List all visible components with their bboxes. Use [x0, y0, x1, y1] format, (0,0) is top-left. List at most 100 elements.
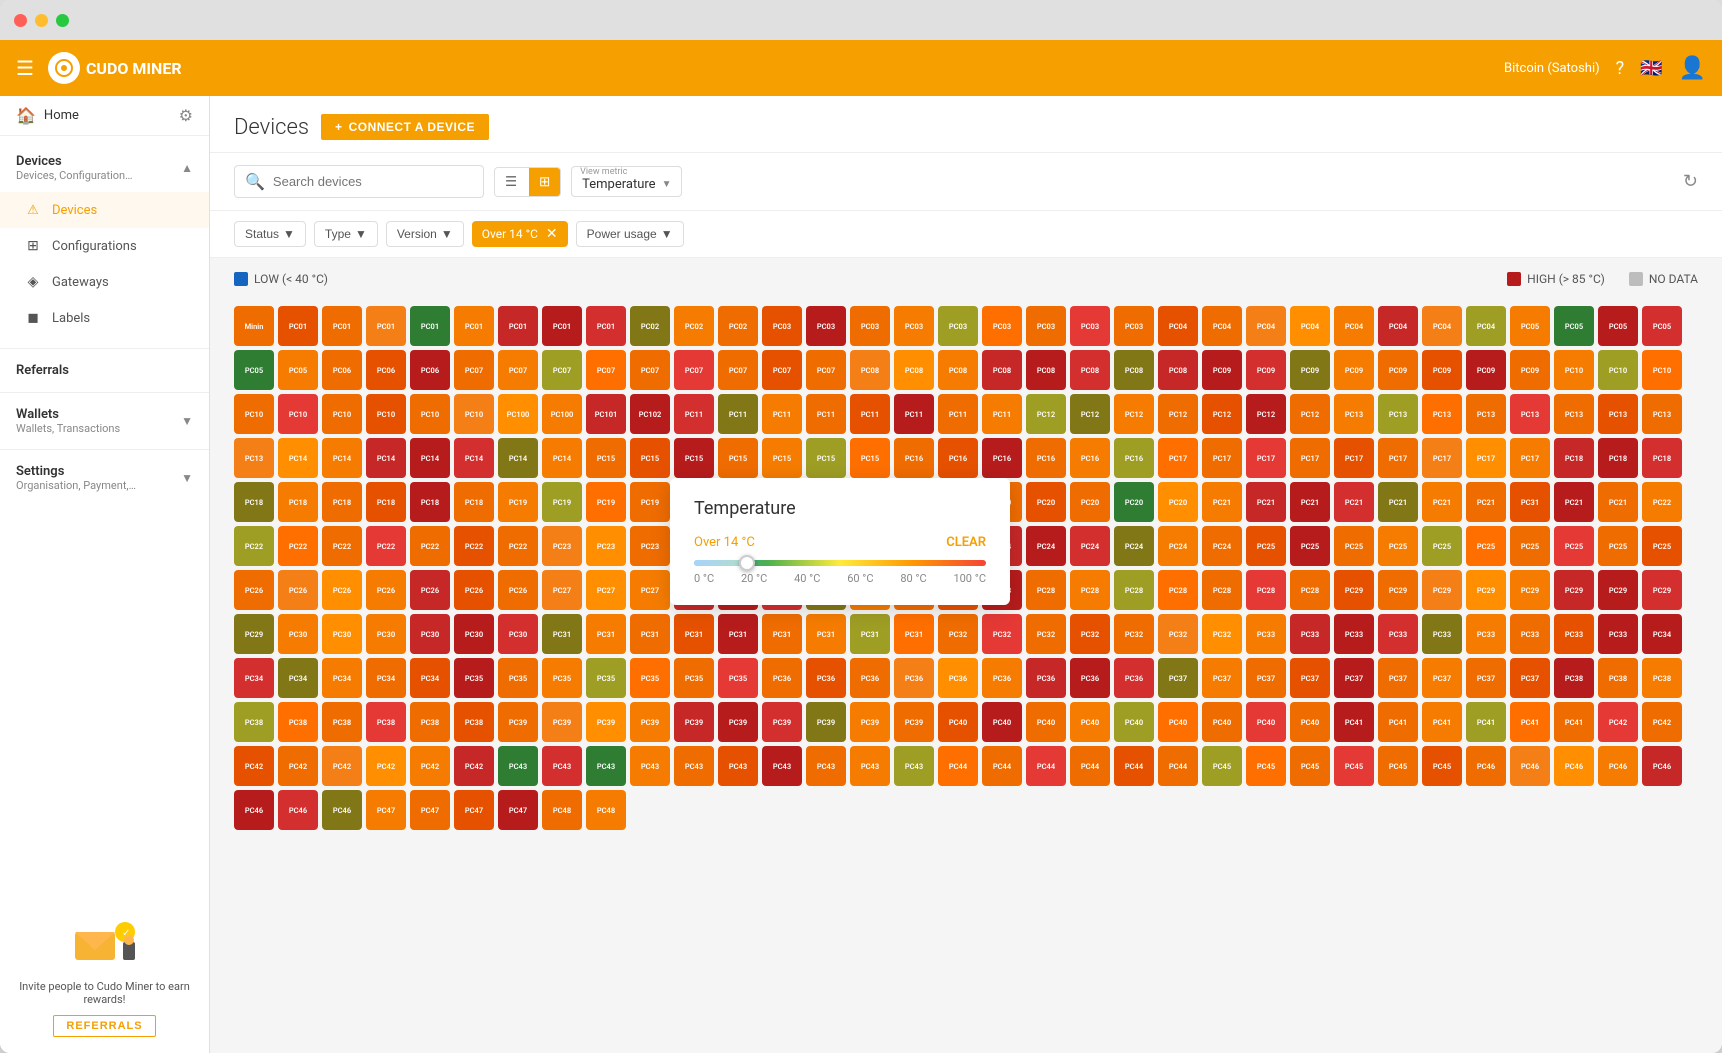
device-tile[interactable]: PC30: [498, 614, 538, 654]
device-tile[interactable]: PC29: [1422, 570, 1462, 610]
search-input[interactable]: [273, 174, 473, 189]
device-tile[interactable]: PC09: [1510, 350, 1550, 390]
device-tile[interactable]: PC20: [1026, 482, 1066, 522]
device-tile[interactable]: PC44: [982, 746, 1022, 786]
device-tile[interactable]: PC25: [1466, 526, 1506, 566]
device-tile[interactable]: PC03: [1026, 306, 1066, 346]
device-tile[interactable]: PC40: [1202, 702, 1242, 742]
device-tile[interactable]: PC36: [1114, 658, 1154, 698]
device-tile[interactable]: PC05: [278, 350, 318, 390]
device-tile[interactable]: PC46: [278, 790, 318, 830]
device-tile[interactable]: PC100: [498, 394, 538, 434]
device-tile[interactable]: PC24: [1202, 526, 1242, 566]
device-tile[interactable]: PC40: [1246, 702, 1286, 742]
device-tile[interactable]: PC13: [1510, 394, 1550, 434]
device-tile[interactable]: PC47: [366, 790, 406, 830]
device-tile[interactable]: PC19: [498, 482, 538, 522]
device-tile[interactable]: PC40: [1290, 702, 1330, 742]
device-tile[interactable]: PC31: [630, 614, 670, 654]
device-tile[interactable]: PC13: [1378, 394, 1418, 434]
device-tile[interactable]: PC46: [1510, 746, 1550, 786]
device-tile[interactable]: PC42: [366, 746, 406, 786]
device-tile[interactable]: PC45: [1334, 746, 1374, 786]
device-tile[interactable]: PC17: [1422, 438, 1462, 478]
device-tile[interactable]: PC38: [278, 702, 318, 742]
device-tile[interactable]: PC48: [542, 790, 582, 830]
device-tile[interactable]: PC43: [850, 746, 890, 786]
device-tile[interactable]: PC43: [630, 746, 670, 786]
device-tile[interactable]: PC35: [498, 658, 538, 698]
device-tile[interactable]: PC42: [278, 746, 318, 786]
device-tile[interactable]: PC17: [1378, 438, 1418, 478]
device-tile[interactable]: PC11: [850, 394, 890, 434]
device-tile[interactable]: PC10: [322, 394, 362, 434]
search-box[interactable]: 🔍: [234, 165, 484, 198]
device-tile[interactable]: PC23: [630, 526, 670, 566]
device-tile[interactable]: PC17: [1334, 438, 1374, 478]
device-tile[interactable]: PC37: [1422, 658, 1462, 698]
device-tile[interactable]: PC24: [1026, 526, 1066, 566]
device-tile[interactable]: PC09: [1466, 350, 1506, 390]
device-tile[interactable]: PC30: [278, 614, 318, 654]
device-tile[interactable]: PC31: [586, 614, 626, 654]
device-tile[interactable]: PC44: [938, 746, 978, 786]
device-tile[interactable]: PC36: [894, 658, 934, 698]
device-tile[interactable]: PC17: [1246, 438, 1286, 478]
device-tile[interactable]: PC31: [718, 614, 758, 654]
device-tile[interactable]: PC14: [366, 438, 406, 478]
device-tile[interactable]: PC35: [674, 658, 714, 698]
device-tile[interactable]: PC28: [1114, 570, 1154, 610]
refresh-button[interactable]: ↻: [1683, 171, 1698, 192]
device-tile[interactable]: PC48: [586, 790, 626, 830]
device-tile[interactable]: PC25: [1334, 526, 1374, 566]
device-tile[interactable]: PC13: [1334, 394, 1374, 434]
device-tile[interactable]: PC31: [1510, 482, 1550, 522]
temperature-slider[interactable]: [694, 560, 986, 566]
device-tile[interactable]: PC27: [542, 570, 582, 610]
device-tile[interactable]: PC08: [1158, 350, 1198, 390]
device-tile[interactable]: PC45: [1202, 746, 1242, 786]
device-tile[interactable]: PC35: [586, 658, 626, 698]
device-tile[interactable]: PC41: [1378, 702, 1418, 742]
device-tile[interactable]: PC43: [498, 746, 538, 786]
device-tile[interactable]: PC100: [542, 394, 582, 434]
device-tile[interactable]: PC37: [1466, 658, 1506, 698]
device-tile[interactable]: PC38: [322, 702, 362, 742]
device-tile[interactable]: PC33: [1598, 614, 1638, 654]
device-tile[interactable]: PC22: [278, 526, 318, 566]
device-tile[interactable]: PC18: [410, 482, 450, 522]
device-tile[interactable]: PC17: [1202, 438, 1242, 478]
device-tile[interactable]: PC26: [410, 570, 450, 610]
device-tile[interactable]: PC39: [850, 702, 890, 742]
device-tile[interactable]: PC25: [1290, 526, 1330, 566]
device-tile[interactable]: PC08: [1026, 350, 1066, 390]
device-tile[interactable]: PC09: [1422, 350, 1462, 390]
device-tile[interactable]: PC16: [894, 438, 934, 478]
device-tile[interactable]: PC43: [674, 746, 714, 786]
device-tile[interactable]: PC43: [762, 746, 802, 786]
flag-icon[interactable]: 🇬🇧: [1640, 58, 1662, 79]
device-tile[interactable]: PC36: [850, 658, 890, 698]
device-tile[interactable]: PC29: [1598, 570, 1638, 610]
view-metric-selector[interactable]: View metric Temperature ▼: [571, 166, 682, 197]
device-tile[interactable]: PC01: [542, 306, 582, 346]
device-tile[interactable]: PC22: [1642, 482, 1682, 522]
slider-handle[interactable]: [739, 555, 755, 571]
device-tile[interactable]: PC07: [498, 350, 538, 390]
device-tile[interactable]: PC20: [1070, 482, 1110, 522]
device-tile[interactable]: PC10: [366, 394, 406, 434]
device-tile[interactable]: PC12: [1290, 394, 1330, 434]
device-tile[interactable]: PC25: [1378, 526, 1418, 566]
device-tile[interactable]: PC14: [410, 438, 450, 478]
device-tile[interactable]: PC37: [1334, 658, 1374, 698]
device-tile[interactable]: PC07: [586, 350, 626, 390]
device-tile[interactable]: PC07: [630, 350, 670, 390]
device-tile[interactable]: PC43: [718, 746, 758, 786]
device-tile[interactable]: PC25: [1422, 526, 1462, 566]
device-tile[interactable]: PC16: [1070, 438, 1110, 478]
device-tile[interactable]: PC01: [322, 306, 362, 346]
device-tile[interactable]: PC42: [234, 746, 274, 786]
device-tile[interactable]: PC27: [630, 570, 670, 610]
device-tile[interactable]: PC35: [630, 658, 670, 698]
device-tile[interactable]: PC34: [366, 658, 406, 698]
